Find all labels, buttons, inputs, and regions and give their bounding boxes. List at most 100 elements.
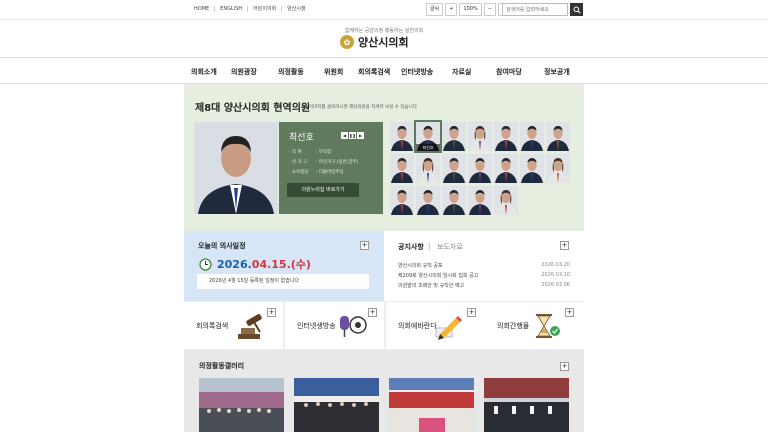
nav-item-minutes[interactable]: 회의록검색 — [358, 67, 390, 77]
nav-item-activities[interactable]: 의정활동 — [278, 67, 304, 77]
member-thumbnail[interactable]: 최선호 — [414, 120, 442, 153]
gavel-icon — [238, 314, 262, 339]
member-thumbnail[interactable] — [442, 122, 466, 151]
site-title: 양산시의회 — [358, 36, 409, 49]
member-thumbnail[interactable] — [416, 154, 440, 183]
quick-publications[interactable]: 의회간행물 + — [485, 302, 584, 349]
member-row-position: · 직 위: 부의장 — [289, 150, 332, 155]
nav-item-participation[interactable]: 참여마당 — [496, 67, 522, 77]
schedule-empty-message: 2026년 4월 15일 등록된 일정이 없습니다 — [197, 274, 369, 289]
member-row-value: 부의장 — [318, 150, 332, 155]
next-member-button[interactable]: ▶ — [357, 132, 364, 139]
member-thumbnail[interactable] — [494, 122, 518, 151]
quick-broadcast[interactable]: 인터넷생방송 + — [285, 302, 384, 349]
list-item[interactable]: 제209회 양산시의회 임시회 집회 공고 2026.03.10 — [398, 272, 570, 279]
member-thumbnail[interactable] — [468, 122, 492, 151]
notice-more-button[interactable]: + — [560, 241, 569, 250]
notice-date: 2026.03.06 — [541, 282, 570, 288]
top-link-english[interactable]: ENGLISH — [215, 6, 249, 12]
member-thumbnail[interactable] — [520, 122, 544, 151]
member-row-value: 더불어민주당 — [318, 170, 344, 175]
quick-suggestion-label: 의회에바란다 — [398, 322, 437, 330]
member-thumbnail-image — [442, 154, 466, 183]
top-link-kids[interactable]: 어린이의회 — [248, 6, 283, 12]
member-thumbnail-image — [442, 186, 466, 215]
list-item[interactable]: 의원발의 조례안 및 규칙안 예고 2026.03.06 — [398, 282, 570, 289]
clock-icon — [199, 258, 212, 271]
nav-item-members[interactable]: 의원광장 — [231, 67, 257, 77]
schedule-date-year: 2026. — [217, 258, 252, 271]
council-section-subtitle: 이미지를 클릭하시면 해당의원을 자세히 보실 수 있습니다. — [309, 105, 419, 110]
search-button[interactable] — [570, 3, 583, 16]
member-thumbnail[interactable] — [546, 122, 570, 151]
font-tools: 글씨 + 100% − — [426, 3, 512, 16]
member-thumbnail-image — [390, 154, 414, 183]
member-thumbnail[interactable] — [546, 154, 570, 183]
member-thumbnail[interactable] — [442, 186, 466, 215]
schedule-more-button[interactable]: + — [360, 241, 369, 250]
quick-minutes-plus[interactable]: + — [267, 308, 276, 317]
search-input[interactable] — [502, 3, 568, 16]
top-link-cityhall[interactable]: 양산시청 — [282, 6, 310, 12]
quick-suggestion[interactable]: 의회에바란다 + — [386, 302, 485, 349]
member-thumbnail[interactable] — [390, 186, 414, 215]
list-item[interactable]: 양산시의회 규칙 공포 2026.03.20 — [398, 262, 570, 269]
quick-minutes[interactable]: 회의록검색 + — [184, 302, 283, 349]
schedule-title: 오늘의 의사일정 — [198, 242, 246, 250]
tab-separator: | — [428, 242, 431, 250]
member-thumbnail-image — [494, 122, 518, 151]
today-schedule-panel: 오늘의 의사일정 + 2026.04.15.(수) 2026년 4월 15일 등… — [184, 231, 384, 301]
quick-broadcast-label: 인터넷생방송 — [297, 322, 336, 330]
notice-title: 제209회 양산시의회 임시회 집회 공고 — [398, 273, 479, 279]
nav-item-intro[interactable]: 의회소개 — [191, 67, 217, 77]
gallery-photo-4[interactable] — [484, 378, 569, 432]
quick-minutes-label: 회의록검색 — [196, 322, 229, 330]
site-logo[interactable]: ✿ 양산시의회 — [340, 34, 409, 50]
member-portrait-icon — [194, 122, 278, 214]
zoom-in-button[interactable]: + — [445, 3, 458, 16]
quick-publications-plus[interactable]: + — [565, 308, 574, 317]
member-thumbnail[interactable] — [520, 154, 544, 183]
member-photo[interactable] — [194, 122, 278, 214]
member-thumbnail[interactable] — [468, 154, 492, 183]
tab-notice[interactable]: 공지사항 — [398, 242, 424, 252]
member-thumbnail[interactable] — [390, 122, 414, 151]
schedule-date-weekday: (수) — [290, 258, 311, 271]
gallery-photo-2[interactable] — [294, 378, 379, 432]
member-thumbnail[interactable] — [442, 154, 466, 183]
pause-button[interactable]: ❚❚ — [349, 132, 356, 139]
gallery-photo-3[interactable] — [389, 378, 474, 432]
gallery-photo-image — [294, 378, 379, 432]
notice-title: 의원발의 조례안 및 규칙안 예고 — [398, 283, 465, 289]
member-homepage-button[interactable]: 의원누리집 바로가기 — [287, 183, 359, 197]
member-thumbnail-image — [390, 122, 414, 151]
gallery-photo-1[interactable] — [199, 378, 284, 432]
font-label: 글씨 — [426, 3, 444, 16]
nav-item-broadcast[interactable]: 인터넷방송 — [401, 67, 433, 77]
main-nav: 의회소개 의원광장 의정활동 위원회 회의록검색 인터넷방송 자료실 참여마당 … — [0, 58, 768, 84]
quick-broadcast-plus[interactable]: + — [368, 308, 377, 317]
schedule-date-day: 04.15. — [251, 258, 291, 271]
member-thumbnail-image — [520, 122, 544, 151]
quick-publications-label: 의회간행물 — [497, 322, 530, 330]
zoom-out-button[interactable]: − — [483, 3, 496, 16]
quick-suggestion-plus[interactable]: + — [467, 308, 476, 317]
nav-item-disclosure[interactable]: 정보공개 — [544, 67, 570, 77]
top-link-home[interactable]: HOME — [189, 6, 216, 12]
prev-member-button[interactable]: ◀ — [341, 132, 348, 139]
member-thumbnail[interactable] — [494, 186, 518, 215]
notice-date: 2026.03.10 — [541, 272, 570, 278]
gallery-photo-image — [484, 378, 569, 432]
gallery-more-button[interactable]: + — [560, 362, 569, 371]
member-info-panel: 최선호 ◀ ❚❚ ▶ · 직 위: 부의장 · 선 거 구: 마선거구 (동면,… — [279, 122, 383, 214]
member-row-key: 선 거 구 — [291, 160, 308, 165]
tab-press[interactable]: 보도자료 — [437, 242, 463, 252]
nav-item-committee[interactable]: 위원회 — [324, 67, 343, 77]
member-thumbnail-image — [442, 122, 466, 151]
member-pager: ◀ ❚❚ ▶ — [341, 132, 364, 139]
member-thumbnail[interactable] — [416, 186, 440, 215]
member-thumbnail[interactable] — [468, 186, 492, 215]
nav-item-archive[interactable]: 자료실 — [452, 67, 471, 77]
member-thumbnail[interactable] — [390, 154, 414, 183]
member-thumbnail[interactable] — [494, 154, 518, 183]
